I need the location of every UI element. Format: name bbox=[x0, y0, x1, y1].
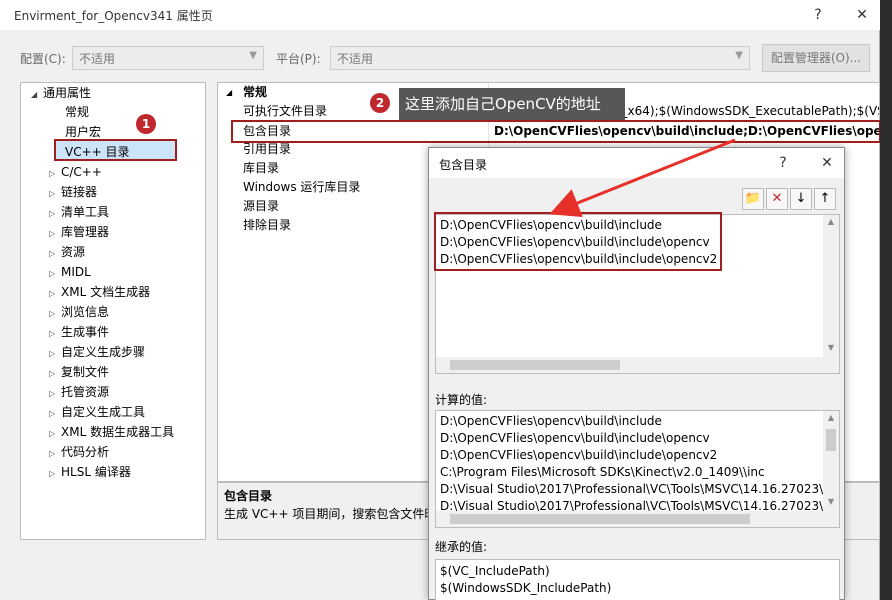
collapsed-triangle-icon: ▷ bbox=[49, 229, 56, 238]
list-item: $(VC_IncludePath) bbox=[440, 564, 550, 578]
tree-item-resources[interactable]: ▷ 资源 bbox=[49, 242, 85, 262]
scroll-up-icon[interactable]: ▲ bbox=[823, 217, 839, 226]
tree-item-custom-build-step[interactable]: ▷ 自定义生成步骤 bbox=[49, 342, 145, 362]
expanded-triangle-icon: ◢ bbox=[31, 90, 38, 99]
help-icon[interactable]: ? bbox=[804, 4, 832, 26]
list-item: D:\OpenCVFlies\opencv\build\include bbox=[440, 414, 662, 428]
config-value: 不适用 bbox=[79, 52, 116, 66]
description-text: 生成 VC++ 项目期间，搜索包含文件时 bbox=[224, 507, 437, 521]
collapsed-triangle-icon: ▷ bbox=[49, 189, 56, 198]
tree-item-hlsl[interactable]: ▷ HLSL 编译器 bbox=[49, 462, 131, 482]
collapsed-triangle-icon: ▷ bbox=[49, 209, 56, 218]
tree-item-code-analysis[interactable]: ▷ 代码分析 bbox=[49, 442, 109, 462]
tree-root[interactable]: ◢ 通用属性 bbox=[31, 83, 91, 103]
collapsed-triangle-icon: ▷ bbox=[49, 389, 56, 398]
new-folder-icon[interactable]: 📁 bbox=[742, 188, 764, 210]
scroll-up-icon[interactable]: ▲ bbox=[823, 413, 839, 422]
dialog-title-bar: 包含目录 ? ✕ bbox=[429, 148, 844, 178]
list-item: D:\OpenCVFlies\opencv\build\include\open… bbox=[440, 448, 718, 462]
config-manager-button[interactable]: 配置管理器(O)... bbox=[762, 44, 870, 72]
computed-label: 计算的值: bbox=[435, 393, 488, 407]
collapsed-triangle-icon: ▷ bbox=[49, 309, 56, 318]
collapsed-triangle-icon: ▷ bbox=[49, 349, 56, 358]
include-dirs-dialog: 包含目录 ? ✕ 📁 ✕ ↓ ↑ D:\OpenCVFlies\opencv\b… bbox=[428, 147, 845, 600]
dialog-close-icon[interactable]: ✕ bbox=[815, 152, 839, 174]
entries-highlight-box bbox=[434, 212, 722, 271]
config-row: 配置(C): 不适用 ▼ 平台(P): 不适用 ▼ 配置管理器(O)... bbox=[0, 44, 880, 72]
tree-item-linker[interactable]: ▷ 链接器 bbox=[49, 182, 97, 202]
list-item: C:\Program Files\Microsoft SDKs\Kinect\v… bbox=[440, 465, 765, 479]
expanded-triangle-icon: ◢ bbox=[226, 88, 233, 97]
tree-item-midl[interactable]: ▷ MIDL bbox=[49, 262, 91, 282]
collapsed-triangle-icon: ▷ bbox=[49, 429, 56, 438]
list-item: $(WindowsSDK_IncludePath) bbox=[440, 581, 612, 595]
inherited-label: 继承的值: bbox=[435, 540, 488, 554]
platform-value: 不适用 bbox=[337, 52, 374, 66]
title-bar: Envirment_for_Opencv341 属性页 ? ✕ bbox=[0, 0, 880, 30]
step-1-badge: 1 bbox=[136, 114, 156, 134]
list-item: D:\Visual Studio\2017\Professional\VC\To… bbox=[440, 482, 827, 496]
collapsed-triangle-icon: ▷ bbox=[49, 449, 56, 458]
instruction-callout: 这里添加自己OpenCV的地址 bbox=[399, 88, 625, 120]
platform-label: 平台(P): bbox=[276, 52, 321, 66]
tree-item-xml-data[interactable]: ▷ XML 数据生成器工具 bbox=[49, 422, 174, 442]
collapsed-triangle-icon: ▷ bbox=[49, 269, 56, 278]
move-down-icon[interactable]: ↓ bbox=[790, 188, 812, 210]
tree-item-general[interactable]: 常规 bbox=[65, 102, 89, 122]
scroll-down-icon[interactable]: ▼ bbox=[823, 497, 839, 506]
move-up-icon[interactable]: ↑ bbox=[814, 188, 836, 210]
collapsed-triangle-icon: ▷ bbox=[49, 169, 56, 178]
collapsed-triangle-icon: ▷ bbox=[49, 329, 56, 338]
entries-vscroll[interactable]: ▲ ▼ bbox=[823, 215, 839, 357]
collapsed-triangle-icon: ▷ bbox=[49, 249, 56, 258]
collapsed-triangle-icon: ▷ bbox=[49, 289, 56, 298]
tree-item-xml-doc[interactable]: ▷ XML 文档生成器 bbox=[49, 282, 150, 302]
tree-item-custom-build-tool[interactable]: ▷ 自定义生成工具 bbox=[49, 402, 145, 422]
chevron-down-icon: ▼ bbox=[735, 50, 743, 61]
scroll-thumb[interactable] bbox=[450, 360, 620, 370]
config-label: 配置(C): bbox=[20, 52, 66, 66]
dialog-title: 包含目录 bbox=[439, 158, 488, 172]
entries-hscroll[interactable] bbox=[436, 357, 839, 373]
computed-vscroll[interactable]: ▲ ▼ bbox=[823, 411, 839, 511]
scroll-thumb[interactable] bbox=[450, 514, 750, 524]
tree-item-managed-resources[interactable]: ▷ 托管资源 bbox=[49, 382, 109, 402]
tree-item-browse-info[interactable]: ▷ 浏览信息 bbox=[49, 302, 109, 322]
scroll-down-icon[interactable]: ▼ bbox=[823, 343, 839, 352]
inherited-list: $(VC_IncludePath) $(WindowsSDK_IncludePa… bbox=[435, 559, 840, 600]
include-dirs-highlight-box bbox=[231, 120, 881, 143]
computed-hscroll[interactable] bbox=[436, 511, 839, 527]
close-icon[interactable]: ✕ bbox=[848, 4, 876, 26]
description-title: 包含目录 bbox=[224, 489, 273, 503]
delete-icon[interactable]: ✕ bbox=[766, 188, 788, 210]
config-combo[interactable]: 不适用 ▼ bbox=[72, 46, 264, 70]
tree-item-build-events[interactable]: ▷ 生成事件 bbox=[49, 322, 109, 342]
tree-item-manifest[interactable]: ▷ 清单工具 bbox=[49, 202, 109, 222]
list-item: D:\OpenCVFlies\opencv\build\include\open… bbox=[440, 431, 710, 445]
tree-item-cpp[interactable]: ▷ C/C++ bbox=[49, 162, 102, 182]
computed-list: D:\OpenCVFlies\opencv\build\include D:\O… bbox=[435, 410, 840, 528]
window-title: Envirment_for_Opencv341 属性页 bbox=[14, 9, 213, 23]
collapsed-triangle-icon: ▷ bbox=[49, 469, 56, 478]
background-strip bbox=[880, 0, 892, 600]
platform-combo[interactable]: 不适用 ▼ bbox=[330, 46, 750, 70]
scroll-thumb[interactable] bbox=[826, 429, 836, 451]
chevron-down-icon: ▼ bbox=[249, 50, 257, 61]
step-2-badge: 2 bbox=[370, 93, 390, 113]
dialog-help-icon[interactable]: ? bbox=[771, 152, 795, 174]
tree-item-copy-files[interactable]: ▷ 复制文件 bbox=[49, 362, 109, 382]
tree-item-librarian[interactable]: ▷ 库管理器 bbox=[49, 222, 109, 242]
vc-dirs-highlight-box bbox=[54, 139, 177, 161]
collapsed-triangle-icon: ▷ bbox=[49, 369, 56, 378]
collapsed-triangle-icon: ▷ bbox=[49, 409, 56, 418]
